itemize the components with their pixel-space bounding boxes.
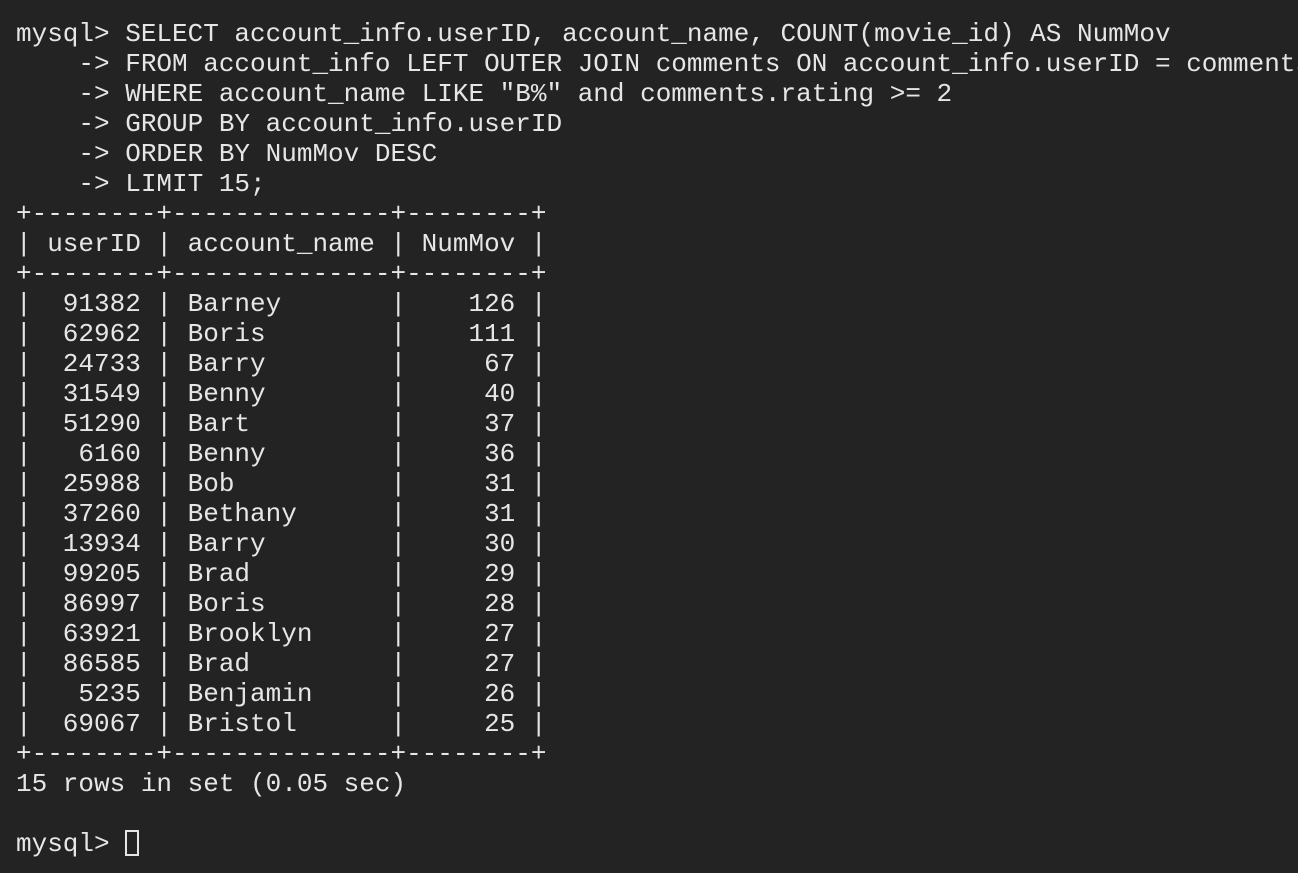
query-line: -> FROM account_info LEFT OUTER JOIN com…	[16, 49, 1298, 79]
table-row: | 5235 | Benjamin | 26 |	[16, 679, 547, 709]
table-border-top: +--------+--------------+--------+	[16, 199, 547, 229]
table-row: | 37260 | Bethany | 31 |	[16, 499, 547, 529]
table-border-bottom: +--------+--------------+--------+	[16, 739, 547, 769]
table-row: | 69067 | Bristol | 25 |	[16, 709, 547, 739]
table-row: | 86585 | Brad | 27 |	[16, 649, 547, 679]
table-row: | 91382 | Barney | 126 |	[16, 289, 547, 319]
result-summary: 15 rows in set (0.05 sec)	[16, 769, 407, 799]
table-border-header: +--------+--------------+--------+	[16, 259, 547, 289]
table-row: | 31549 | Benny | 40 |	[16, 379, 547, 409]
query-line: -> GROUP BY account_info.userID	[16, 109, 563, 139]
prompt-text: mysql>	[16, 829, 126, 859]
table-row: | 63921 | Brooklyn | 27 |	[16, 619, 547, 649]
text-cursor	[125, 830, 140, 856]
query-line: mysql> SELECT account_info.userID, accou…	[16, 19, 1171, 49]
table-row: | 62962 | Boris | 111 |	[16, 319, 547, 349]
result-rows: | 91382 | Barney | 126 | | 62962 | Boris …	[16, 289, 1298, 739]
table-row: | 25988 | Bob | 31 |	[16, 469, 547, 499]
table-row: | 24733 | Barry | 67 |	[16, 349, 547, 379]
table-row: | 86997 | Boris | 28 |	[16, 589, 547, 619]
prompt-line[interactable]: mysql>	[16, 829, 1298, 859]
terminal-scrollback: mysql> SELECT account_info.userID, accou…	[16, 19, 1298, 859]
query-line: -> ORDER BY NumMov DESC	[16, 139, 438, 169]
table-row: | 6160 | Benny | 36 |	[16, 439, 547, 469]
table-row: | 51290 | Bart | 37 |	[16, 409, 547, 439]
query-line: -> LIMIT 15;	[16, 169, 266, 199]
table-row: | 99205 | Brad | 29 |	[16, 559, 547, 589]
table-row: | 13934 | Barry | 30 |	[16, 529, 547, 559]
terminal-window[interactable]: mysql> SELECT account_info.userID, accou…	[0, 0, 1298, 873]
query-line: -> WHERE account_name LIKE "B%" and comm…	[16, 79, 953, 109]
table-header: | userID | account_name | NumMov |	[16, 229, 547, 259]
